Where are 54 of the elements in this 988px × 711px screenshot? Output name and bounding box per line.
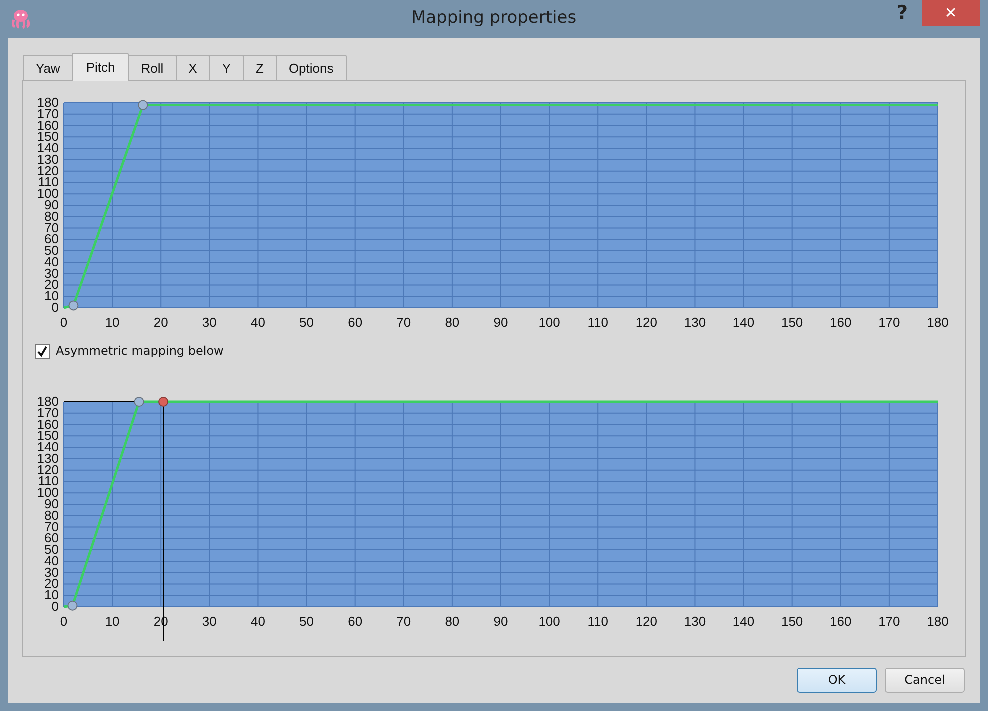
control-point[interactable] <box>68 600 78 611</box>
x-tick-label: 10 <box>105 315 120 330</box>
control-point[interactable] <box>134 397 144 407</box>
x-tick-label: 50 <box>300 315 314 330</box>
octopus-icon <box>10 8 32 30</box>
x-tick-label: 180 <box>927 614 949 629</box>
x-tick-label: 0 <box>60 614 68 629</box>
checkbox-label: Asymmetric mapping below <box>56 344 224 358</box>
x-tick-label: 90 <box>494 315 508 330</box>
x-tick-label: 170 <box>878 614 900 629</box>
tab[interactable]: Pitch <box>72 53 130 81</box>
checkbox[interactable] <box>35 344 50 358</box>
control-point[interactable] <box>68 300 79 311</box>
x-tick-label: 150 <box>781 315 804 330</box>
x-tick-label: 140 <box>732 614 755 629</box>
x-tick-label: 170 <box>878 315 900 330</box>
x-tick-label: 70 <box>396 614 412 629</box>
help-button[interactable]: ? <box>890 0 914 26</box>
tab[interactable]: Yaw <box>23 55 74 80</box>
window-title: Mapping properties <box>411 8 577 28</box>
x-tick-label: 20 <box>154 315 168 330</box>
x-tick-label: 120 <box>636 614 658 629</box>
x-tick-label: 30 <box>202 315 217 330</box>
x-tick-label: 80 <box>445 614 460 629</box>
cursor-point[interactable] <box>158 397 169 407</box>
x-tick-label: 180 <box>927 315 949 330</box>
x-tick-label: 110 <box>588 315 608 330</box>
ok-button[interactable]: OK <box>797 668 877 692</box>
x-tick-label: 70 <box>396 315 412 330</box>
x-tick-label: 60 <box>348 614 363 629</box>
checkmark-icon <box>37 346 48 356</box>
x-tick-label: 160 <box>830 315 852 330</box>
cancel-button[interactable]: Cancel <box>885 668 965 692</box>
x-tick-label: 140 <box>732 315 755 330</box>
x-tick-label: 130 <box>684 614 706 629</box>
x-tick-label: 50 <box>300 614 314 629</box>
x-tick-label: 60 <box>348 315 363 330</box>
x-tick-label: 120 <box>636 315 658 330</box>
x-tick-label: 10 <box>105 614 120 629</box>
x-tick-label: 160 <box>830 614 852 629</box>
x-tick-label: 90 <box>494 614 508 629</box>
x-tick-label: 40 <box>251 614 266 629</box>
tab[interactable]: Options <box>276 55 347 80</box>
x-tick-label: 100 <box>538 315 560 330</box>
close-button[interactable]: ✕ <box>922 0 980 26</box>
x-tick-label: 80 <box>445 315 460 330</box>
x-tick-label: 110 <box>588 614 608 629</box>
x-tick-label: 150 <box>781 614 804 629</box>
x-tick-label: 40 <box>251 315 266 330</box>
x-tick-label: 0 <box>60 315 68 330</box>
x-tick-label: 100 <box>538 614 560 629</box>
x-tick-label: 30 <box>202 614 217 629</box>
control-point[interactable] <box>138 100 148 110</box>
x-tick-label: 130 <box>684 315 706 330</box>
